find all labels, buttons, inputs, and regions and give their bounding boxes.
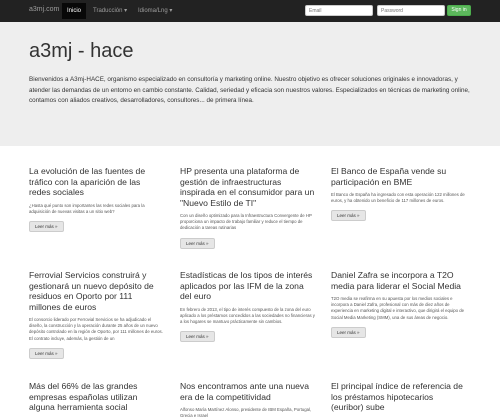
article-title[interactable]: Nos encontramos ante una nueva era de la… — [180, 381, 315, 402]
article-title[interactable]: HP presenta una plataforma de gestión de… — [180, 166, 315, 208]
article-title[interactable]: Más del 66% de las grandes empresas espa… — [29, 381, 164, 413]
article-title[interactable]: La evolución de las fuentes de tráfico c… — [29, 166, 164, 198]
read-more-button[interactable]: Leer más » — [29, 347, 64, 359]
article-summary: Alfonso María Martínez Alonso, president… — [180, 407, 312, 419]
article-card: El Banco de España vende su participació… — [331, 166, 466, 222]
nav-item-inicio[interactable]: Inicio — [62, 3, 87, 19]
article-title[interactable]: Daniel Zafra se incorpora a T2O media pa… — [331, 270, 466, 291]
article-card: Daniel Zafra se incorpora a T2O media pa… — [331, 270, 466, 339]
password-input[interactable] — [377, 5, 445, 16]
article-title[interactable]: El principal índice de referencia de los… — [331, 381, 466, 413]
article-card: HP presenta una plataforma de gestión de… — [180, 166, 315, 250]
article-card: La evolución de las fuentes de tráfico c… — [29, 166, 164, 233]
read-more-button[interactable]: Leer más » — [29, 220, 64, 232]
article-title[interactable]: Ferrovial Servicios construirá y gestion… — [29, 270, 164, 312]
read-more-button[interactable]: Leer más » — [180, 331, 215, 343]
page-title: a3mj - hace — [29, 40, 134, 62]
nav-item-traduccion[interactable]: Traducción ▾ — [93, 7, 127, 14]
read-more-button[interactable]: Leer más » — [180, 237, 215, 249]
jumbotron: a3mj - hace Bienvenidos a A3mj-HACE, org… — [0, 22, 500, 146]
article-summary: El Banco de España ha ingresado con esta… — [331, 192, 465, 204]
navbar: a3mj.com Inicio Traducción ▾ Idioma/Lng … — [0, 0, 500, 22]
nav-item-idioma[interactable]: Idioma/Lng ▾ — [138, 7, 172, 14]
intro-text: Bienvenidos a A3mj-HACE, organismo espec… — [29, 76, 470, 104]
article-summary: T2O media se reafirma en su apuesta por … — [331, 296, 465, 320]
article-summary: Con un diseño optimizado para la Infraes… — [180, 213, 312, 231]
read-more-button[interactable]: Leer más » — [331, 326, 366, 338]
article-card: Más del 66% de las grandes empresas espa… — [29, 381, 164, 413]
email-input[interactable] — [305, 5, 373, 16]
article-summary: ¿Hasta qué punto son importantes las red… — [29, 202, 145, 214]
article-summary: El consorcio liderado por Ferrovial Serv… — [29, 317, 163, 341]
article-title[interactable]: El Banco de España vende su participació… — [331, 166, 466, 187]
article-card: El principal índice de referencia de los… — [331, 381, 466, 413]
sign-in-button[interactable]: Sign in — [447, 5, 471, 16]
brand-link[interactable]: a3mj.com — [29, 6, 59, 13]
article-card: Ferrovial Servicios construirá y gestion… — [29, 270, 164, 360]
article-card: Estadísticas de los tipos de interés apl… — [180, 270, 315, 343]
article-title[interactable]: Estadísticas de los tipos de interés apl… — [180, 270, 315, 302]
article-card: Nos encontramos ante una nueva era de la… — [180, 381, 315, 419]
article-summary: En febrero de 2013, el tipo de interés c… — [180, 306, 315, 324]
read-more-button[interactable]: Leer más » — [331, 210, 366, 222]
